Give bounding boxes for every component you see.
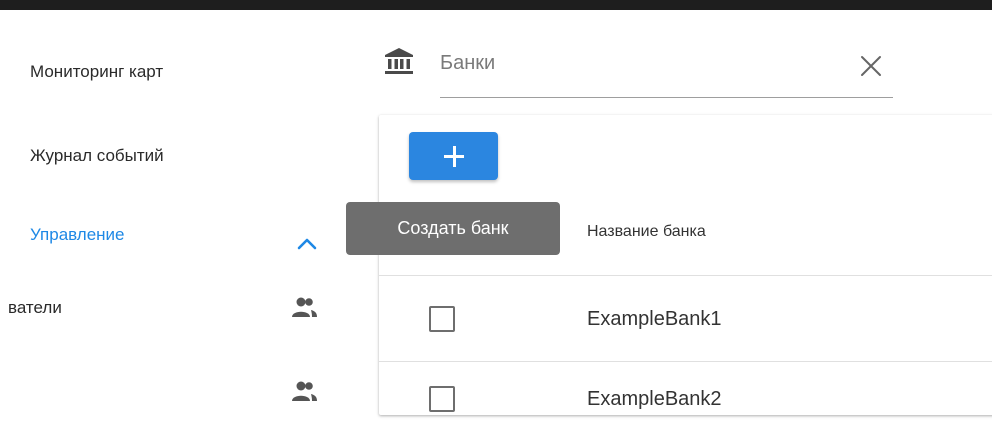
bank-search-field [383,42,893,100]
sidebar-item-label: Управление [30,225,125,244]
sidebar-item-label: Журнал событий [30,146,164,165]
table-row[interactable]: ExampleBank2 [379,362,992,448]
people-icon [292,297,317,317]
sidebar-sub-item-users[interactable]: ватели [0,288,340,328]
sidebar-item-event-log[interactable]: Журнал событий [30,146,164,166]
row-checkbox[interactable] [429,306,455,332]
sidebar-sub-item-2[interactable] [0,372,340,412]
search-underline [440,97,893,98]
banks-table-card: Название банка ExampleBank1 ExampleBank2 [379,115,992,415]
sidebar-sub-item-label: ватели [8,298,62,317]
top-app-bar [0,0,992,10]
chevron-up-icon[interactable] [295,234,319,252]
sidebar: Мониторинг карт Журнал событий Управлени… [0,10,365,401]
bank-icon [385,48,413,74]
sidebar-item-label: Мониторинг карт [30,62,164,81]
sidebar-item-management[interactable]: Управление [30,225,125,245]
plus-icon-stem [452,146,456,167]
tooltip-create-bank: Создать банк [346,202,560,255]
bank-name-cell: ExampleBank2 [587,388,722,410]
row-checkbox[interactable] [429,386,455,412]
search-input[interactable] [440,48,840,78]
table-row[interactable]: ExampleBank1 [379,276,992,362]
bank-name-cell: ExampleBank1 [587,308,722,330]
add-bank-button[interactable] [409,132,498,180]
close-icon[interactable] [857,52,885,80]
column-header-bank-name[interactable]: Название банка [587,223,706,241]
sidebar-item-card-monitoring[interactable]: Мониторинг карт [30,62,163,82]
people-icon [292,381,317,401]
